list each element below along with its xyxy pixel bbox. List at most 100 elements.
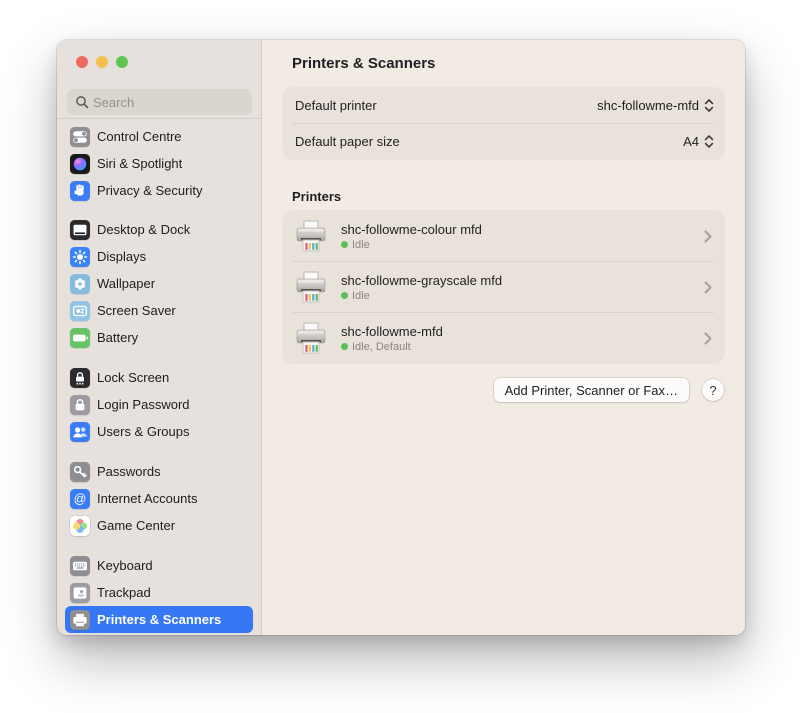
sidebar-item-printers-scanners[interactable]: Printers & Scanners	[65, 606, 253, 633]
sidebar-item-internet-accounts[interactable]: @ Internet Accounts	[65, 485, 253, 512]
sidebar-item-label: Users & Groups	[97, 424, 189, 439]
printer-name: shc-followme-mfd	[341, 324, 704, 339]
printers-scanners-icon	[70, 610, 90, 630]
printers-section-header: Printers	[292, 189, 724, 205]
sidebar-item-label: Internet Accounts	[97, 491, 197, 506]
siri-icon	[70, 154, 90, 174]
sidebar-item-lock-screen[interactable]: Lock Screen	[65, 364, 253, 391]
sidebar-item-label: Login Password	[97, 397, 190, 412]
sidebar: Control Centre Siri & Spotlight Privacy …	[57, 40, 262, 635]
sidebar-divider	[57, 118, 261, 119]
default-printer-value: shc-followme-mfd	[597, 98, 699, 113]
printer-name: shc-followme-colour mfd	[341, 222, 704, 237]
lock-screen-icon	[70, 368, 90, 388]
sidebar-item-battery[interactable]: Battery	[65, 324, 253, 351]
privacy-hand-icon	[70, 181, 90, 201]
printer-meta: shc-followme-colour mfd Idle	[341, 222, 704, 251]
sidebar-item-keyboard[interactable]: Keyboard	[65, 552, 253, 579]
status-dot-icon	[341, 241, 348, 248]
users-groups-icon	[70, 422, 90, 442]
printer-status: Idle, Default	[341, 341, 704, 353]
screen-saver-icon	[70, 301, 90, 321]
sidebar-item-displays[interactable]: Displays	[65, 243, 253, 270]
printer-status: Idle	[341, 290, 704, 302]
printer-row[interactable]: shc-followme-colour mfd Idle	[283, 211, 724, 261]
sidebar-item-label: Game Center	[97, 518, 175, 533]
printer-row[interactable]: shc-followme-mfd Idle, Default	[283, 313, 724, 363]
printer-icon	[293, 270, 329, 304]
sidebar-item-privacy-security[interactable]: Privacy & Security	[65, 177, 253, 204]
page-title: Printers & Scanners	[292, 54, 724, 74]
default-paper-size-row: Default paper size A4	[283, 124, 724, 159]
status-dot-icon	[341, 343, 348, 350]
sidebar-item-login-password[interactable]: Login Password	[65, 391, 253, 418]
sidebar-group: Lock Screen Login Password Users & Group…	[57, 364, 261, 445]
printer-status-text: Idle	[352, 239, 370, 251]
sidebar-item-label: Desktop & Dock	[97, 222, 190, 237]
sidebar-item-label: Printers & Scanners	[97, 612, 221, 627]
game-center-icon	[70, 516, 90, 536]
sidebar-item-users-groups[interactable]: Users & Groups	[65, 418, 253, 445]
printers-card: shc-followme-colour mfd Idle shc-followm…	[283, 211, 724, 363]
sidebar-nav: Control Centre Siri & Spotlight Privacy …	[57, 123, 261, 635]
sidebar-group: Desktop & Dock Displays Wallpaper	[57, 216, 261, 351]
status-dot-icon	[341, 292, 348, 299]
sidebar-group: Passwords @ Internet Accounts Game Cente…	[57, 458, 261, 539]
chevron-right-icon	[704, 230, 712, 243]
system-settings-window: Control Centre Siri & Spotlight Privacy …	[57, 40, 745, 635]
defaults-card: Default printer shc-followme-mfd Default…	[283, 88, 724, 159]
default-paper-size-label: Default paper size	[295, 134, 400, 149]
printer-icon	[293, 219, 329, 253]
sidebar-item-trackpad[interactable]: Trackpad	[65, 579, 253, 606]
minimize-window-button[interactable]	[96, 56, 108, 68]
chevron-right-icon	[704, 281, 712, 294]
stepper-icon	[704, 98, 714, 113]
sidebar-item-control-centre[interactable]: Control Centre	[65, 123, 253, 150]
stepper-icon	[704, 134, 714, 149]
window-controls	[76, 56, 128, 68]
close-window-button[interactable]	[76, 56, 88, 68]
sidebar-item-desktop-dock[interactable]: Desktop & Dock	[65, 216, 253, 243]
default-printer-select[interactable]: shc-followme-mfd	[597, 98, 714, 113]
default-paper-size-select[interactable]: A4	[683, 134, 714, 149]
sidebar-item-passwords[interactable]: Passwords	[65, 458, 253, 485]
sidebar-item-game-center[interactable]: Game Center	[65, 512, 253, 539]
sidebar-item-label: Screen Saver	[97, 303, 176, 318]
sidebar-item-label: Keyboard	[97, 558, 153, 573]
printer-status-text: Idle, Default	[352, 341, 411, 353]
battery-icon	[70, 328, 90, 348]
content-pane: Printers & Scanners Default printer shc-…	[262, 40, 745, 635]
add-printer-button[interactable]: Add Printer, Scanner or Fax…	[494, 378, 689, 402]
desktop-dock-icon	[70, 220, 90, 240]
zoom-window-button[interactable]	[116, 56, 128, 68]
sidebar-item-label: Passwords	[97, 464, 161, 479]
printer-name: shc-followme-grayscale mfd	[341, 273, 704, 288]
trackpad-icon	[70, 583, 90, 603]
internet-accounts-at-icon: @	[70, 489, 90, 509]
printer-status-text: Idle	[352, 290, 370, 302]
actions-row: Add Printer, Scanner or Fax… ?	[283, 378, 724, 402]
sidebar-item-label: Trackpad	[97, 585, 151, 600]
sidebar-item-label: Battery	[97, 330, 138, 345]
search-input[interactable]	[67, 89, 252, 115]
default-printer-row: Default printer shc-followme-mfd	[283, 88, 724, 123]
printer-row[interactable]: shc-followme-grayscale mfd Idle	[283, 262, 724, 312]
displays-sun-icon	[70, 247, 90, 267]
sidebar-item-screen-saver[interactable]: Screen Saver	[65, 297, 253, 324]
chevron-right-icon	[704, 332, 712, 345]
printer-icon	[293, 321, 329, 355]
printer-meta: shc-followme-grayscale mfd Idle	[341, 273, 704, 302]
sidebar-item-wallpaper[interactable]: Wallpaper	[65, 270, 253, 297]
keyboard-icon	[70, 556, 90, 576]
sidebar-item-siri-spotlight[interactable]: Siri & Spotlight	[65, 150, 253, 177]
login-password-lock-icon	[70, 395, 90, 415]
help-button[interactable]: ?	[702, 379, 724, 401]
sidebar-group: Control Centre Siri & Spotlight Privacy …	[57, 123, 261, 204]
svg-text:@: @	[74, 492, 87, 506]
printer-meta: shc-followme-mfd Idle, Default	[341, 324, 704, 353]
sidebar-item-label: Lock Screen	[97, 370, 169, 385]
printer-status: Idle	[341, 239, 704, 251]
sidebar-item-label: Wallpaper	[97, 276, 155, 291]
control-centre-icon	[70, 127, 90, 147]
default-paper-size-value: A4	[683, 134, 699, 149]
